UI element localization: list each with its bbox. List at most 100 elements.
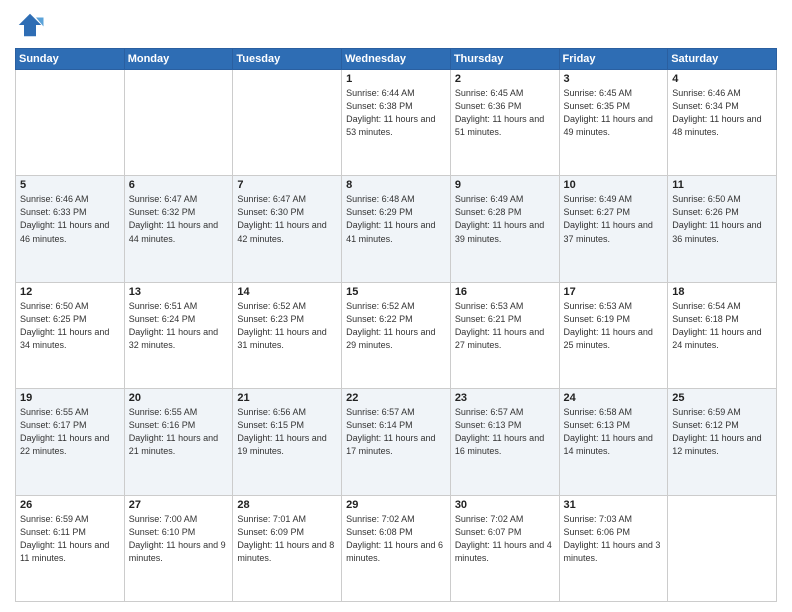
calendar-day-cell xyxy=(233,70,342,176)
day-info: Sunrise: 6:50 AM Sunset: 6:25 PM Dayligh… xyxy=(20,300,120,352)
calendar-day-cell: 13 Sunrise: 6:51 AM Sunset: 6:24 PM Dayli… xyxy=(124,282,233,388)
calendar-day-header: Tuesday xyxy=(233,49,342,70)
calendar-day-cell: 29 Sunrise: 7:02 AM Sunset: 6:08 PM Dayli… xyxy=(342,495,451,601)
day-number: 20 xyxy=(129,392,229,404)
calendar-week-row: 26 Sunrise: 6:59 AM Sunset: 6:11 PM Dayli… xyxy=(16,495,777,601)
calendar-day-cell xyxy=(124,70,233,176)
day-info: Sunrise: 7:00 AM Sunset: 6:10 PM Dayligh… xyxy=(129,513,229,565)
calendar-day-cell: 5 Sunrise: 6:46 AM Sunset: 6:33 PM Daylig… xyxy=(16,176,125,282)
logo xyxy=(15,10,49,40)
calendar-day-cell: 18 Sunrise: 6:54 AM Sunset: 6:18 PM Dayli… xyxy=(668,282,777,388)
calendar-day-cell: 15 Sunrise: 6:52 AM Sunset: 6:22 PM Dayli… xyxy=(342,282,451,388)
day-number: 9 xyxy=(455,179,555,191)
calendar-day-cell: 25Sunrise: 6:59 AM Sunset: 6:12 PM Dayli… xyxy=(668,389,777,495)
calendar-day-header: Thursday xyxy=(450,49,559,70)
calendar-day-cell: 26 Sunrise: 6:59 AM Sunset: 6:11 PM Dayli… xyxy=(16,495,125,601)
day-number: 1 xyxy=(346,73,446,85)
day-number: 19 xyxy=(20,392,120,404)
calendar-day-cell: 1 Sunrise: 6:44 AM Sunset: 6:38 PM Daylig… xyxy=(342,70,451,176)
day-info: Sunrise: 6:49 AM Sunset: 6:28 PM Dayligh… xyxy=(455,193,555,245)
day-info: Sunrise: 6:50 AM Sunset: 6:26 PM Dayligh… xyxy=(672,193,772,245)
calendar-day-cell: 11 Sunrise: 6:50 AM Sunset: 6:26 PM Dayli… xyxy=(668,176,777,282)
day-info: Sunrise: 6:59 AM Sunset: 6:12 PM Dayligh… xyxy=(672,406,772,458)
calendar-week-row: 19 Sunrise: 6:55 AM Sunset: 6:17 PM Dayli… xyxy=(16,389,777,495)
calendar-day-cell: 24Sunrise: 6:58 AM Sunset: 6:13 PM Dayli… xyxy=(559,389,668,495)
calendar-week-row: 1 Sunrise: 6:44 AM Sunset: 6:38 PM Daylig… xyxy=(16,70,777,176)
day-number: 5 xyxy=(20,179,120,191)
calendar-day-cell: 28 Sunrise: 7:01 AM Sunset: 6:09 PM Dayli… xyxy=(233,495,342,601)
day-number: 11 xyxy=(672,179,772,191)
day-number: 27 xyxy=(129,499,229,511)
day-info: Sunrise: 6:59 AM Sunset: 6:11 PM Dayligh… xyxy=(20,513,120,565)
day-number: 18 xyxy=(672,286,772,298)
calendar-day-cell: 10Sunrise: 6:49 AM Sunset: 6:27 PM Dayli… xyxy=(559,176,668,282)
calendar-week-row: 5 Sunrise: 6:46 AM Sunset: 6:33 PM Daylig… xyxy=(16,176,777,282)
day-number: 31 xyxy=(564,499,664,511)
day-info: Sunrise: 6:44 AM Sunset: 6:38 PM Dayligh… xyxy=(346,87,446,139)
day-info: Sunrise: 6:49 AM Sunset: 6:27 PM Dayligh… xyxy=(564,193,664,245)
day-number: 3 xyxy=(564,73,664,85)
calendar-day-cell: 17 Sunrise: 6:53 AM Sunset: 6:19 PM Dayli… xyxy=(559,282,668,388)
calendar-day-cell: 8 Sunrise: 6:48 AM Sunset: 6:29 PM Daylig… xyxy=(342,176,451,282)
calendar-day-cell: 23 Sunrise: 6:57 AM Sunset: 6:13 PM Dayli… xyxy=(450,389,559,495)
day-number: 22 xyxy=(346,392,446,404)
day-info: Sunrise: 7:03 AM Sunset: 6:06 PM Dayligh… xyxy=(564,513,664,565)
day-info: Sunrise: 6:56 AM Sunset: 6:15 PM Dayligh… xyxy=(237,406,337,458)
day-info: Sunrise: 6:51 AM Sunset: 6:24 PM Dayligh… xyxy=(129,300,229,352)
day-number: 2 xyxy=(455,73,555,85)
day-number: 30 xyxy=(455,499,555,511)
day-number: 17 xyxy=(564,286,664,298)
day-info: Sunrise: 6:57 AM Sunset: 6:13 PM Dayligh… xyxy=(455,406,555,458)
day-info: Sunrise: 6:52 AM Sunset: 6:23 PM Dayligh… xyxy=(237,300,337,352)
day-info: Sunrise: 6:46 AM Sunset: 6:33 PM Dayligh… xyxy=(20,193,120,245)
day-info: Sunrise: 6:52 AM Sunset: 6:22 PM Dayligh… xyxy=(346,300,446,352)
calendar-day-header: Wednesday xyxy=(342,49,451,70)
day-number: 6 xyxy=(129,179,229,191)
day-info: Sunrise: 6:45 AM Sunset: 6:35 PM Dayligh… xyxy=(564,87,664,139)
calendar-day-cell: 9 Sunrise: 6:49 AM Sunset: 6:28 PM Daylig… xyxy=(450,176,559,282)
day-number: 7 xyxy=(237,179,337,191)
day-info: Sunrise: 6:55 AM Sunset: 6:16 PM Dayligh… xyxy=(129,406,229,458)
day-number: 8 xyxy=(346,179,446,191)
calendar-day-header: Saturday xyxy=(668,49,777,70)
calendar-day-cell: 22 Sunrise: 6:57 AM Sunset: 6:14 PM Dayli… xyxy=(342,389,451,495)
calendar-day-cell: 7 Sunrise: 6:47 AM Sunset: 6:30 PM Daylig… xyxy=(233,176,342,282)
day-number: 28 xyxy=(237,499,337,511)
day-number: 16 xyxy=(455,286,555,298)
calendar-day-cell: 30 Sunrise: 7:02 AM Sunset: 6:07 PM Dayli… xyxy=(450,495,559,601)
calendar-day-cell xyxy=(668,495,777,601)
day-number: 15 xyxy=(346,286,446,298)
calendar-day-cell: 2 Sunrise: 6:45 AM Sunset: 6:36 PM Daylig… xyxy=(450,70,559,176)
day-number: 13 xyxy=(129,286,229,298)
logo-icon xyxy=(15,10,45,40)
day-info: Sunrise: 6:57 AM Sunset: 6:14 PM Dayligh… xyxy=(346,406,446,458)
day-info: Sunrise: 6:54 AM Sunset: 6:18 PM Dayligh… xyxy=(672,300,772,352)
day-info: Sunrise: 6:58 AM Sunset: 6:13 PM Dayligh… xyxy=(564,406,664,458)
calendar-header-row: SundayMondayTuesdayWednesdayThursdayFrid… xyxy=(16,49,777,70)
calendar-day-cell: 16 Sunrise: 6:53 AM Sunset: 6:21 PM Dayli… xyxy=(450,282,559,388)
day-number: 23 xyxy=(455,392,555,404)
day-info: Sunrise: 6:48 AM Sunset: 6:29 PM Dayligh… xyxy=(346,193,446,245)
calendar-day-header: Friday xyxy=(559,49,668,70)
day-number: 26 xyxy=(20,499,120,511)
day-info: Sunrise: 6:47 AM Sunset: 6:32 PM Dayligh… xyxy=(129,193,229,245)
day-info: Sunrise: 6:45 AM Sunset: 6:36 PM Dayligh… xyxy=(455,87,555,139)
day-info: Sunrise: 6:47 AM Sunset: 6:30 PM Dayligh… xyxy=(237,193,337,245)
header xyxy=(15,10,777,40)
day-info: Sunrise: 6:53 AM Sunset: 6:21 PM Dayligh… xyxy=(455,300,555,352)
day-number: 12 xyxy=(20,286,120,298)
calendar-day-header: Sunday xyxy=(16,49,125,70)
day-number: 21 xyxy=(237,392,337,404)
calendar-day-cell: 6 Sunrise: 6:47 AM Sunset: 6:32 PM Daylig… xyxy=(124,176,233,282)
day-info: Sunrise: 6:55 AM Sunset: 6:17 PM Dayligh… xyxy=(20,406,120,458)
calendar-day-cell: 27 Sunrise: 7:00 AM Sunset: 6:10 PM Dayli… xyxy=(124,495,233,601)
calendar-day-cell xyxy=(16,70,125,176)
day-info: Sunrise: 6:53 AM Sunset: 6:19 PM Dayligh… xyxy=(564,300,664,352)
day-info: Sunrise: 7:02 AM Sunset: 6:07 PM Dayligh… xyxy=(455,513,555,565)
day-number: 29 xyxy=(346,499,446,511)
day-info: Sunrise: 7:02 AM Sunset: 6:08 PM Dayligh… xyxy=(346,513,446,565)
calendar-day-cell: 14Sunrise: 6:52 AM Sunset: 6:23 PM Dayli… xyxy=(233,282,342,388)
calendar-day-cell: 3 Sunrise: 6:45 AM Sunset: 6:35 PM Daylig… xyxy=(559,70,668,176)
calendar-day-cell: 21 Sunrise: 6:56 AM Sunset: 6:15 PM Dayli… xyxy=(233,389,342,495)
day-info: Sunrise: 7:01 AM Sunset: 6:09 PM Dayligh… xyxy=(237,513,337,565)
